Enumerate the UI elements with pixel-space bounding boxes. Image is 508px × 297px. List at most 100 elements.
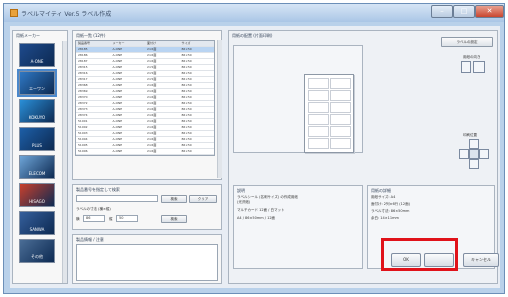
column-header[interactable]: 面付け xyxy=(145,41,180,46)
arrow-left-icon[interactable] xyxy=(459,149,469,159)
table-cell: 51002 xyxy=(78,125,88,129)
label-settings-button[interactable]: ラベルの設定 xyxy=(441,37,493,47)
product-list-scrollbar[interactable] xyxy=(217,40,222,178)
manufacturer-label: HISAGO xyxy=(29,199,45,204)
table-cell: 86×50 xyxy=(181,47,192,51)
center-position-icon[interactable] xyxy=(469,149,479,159)
manufacturer-label: その他 xyxy=(31,254,43,259)
sheet-area xyxy=(233,45,363,153)
table-cell: 2×6面 xyxy=(147,95,157,99)
notes-header: 製品情報 / 注意 xyxy=(76,237,104,242)
cancel-button[interactable]: キャンセル xyxy=(463,253,499,267)
manufacturer-label: SANWA xyxy=(29,227,45,232)
table-cell: A-ONE xyxy=(112,137,123,141)
column-header[interactable]: サイズ xyxy=(180,41,215,46)
preview-header: 用紙の配置 (片面印刷) xyxy=(232,33,273,38)
label-sheet-preview xyxy=(304,74,354,153)
description-line: (光沢紙) xyxy=(237,200,251,204)
manufacturer-thumb-1[interactable]: エーワン xyxy=(17,69,57,97)
landscape-icon[interactable] xyxy=(473,61,485,73)
search-panel: 製品番号を指定して検索 検索 クリア ラベルの寸法 (横×縦) 横 86 縦 5… xyxy=(72,184,222,230)
detail-line: 余白: 14×11mm xyxy=(371,216,399,220)
minimize-button[interactable]: – xyxy=(431,5,453,18)
size-search-button[interactable]: 検索 xyxy=(161,215,187,223)
table-cell: 86×50 xyxy=(181,53,192,57)
label-cell[interactable] xyxy=(308,90,329,101)
table-cell: 2×5面 xyxy=(147,71,157,75)
table-cell: A-ONE xyxy=(112,83,123,87)
table-cell: 86×50 xyxy=(181,143,192,147)
manufacturer-thumb-7[interactable]: その他 xyxy=(19,239,55,263)
arrow-right-icon[interactable] xyxy=(479,149,489,159)
table-cell: A-ONE xyxy=(112,65,123,69)
label-cell[interactable] xyxy=(308,126,329,137)
label-cell[interactable] xyxy=(308,114,329,125)
label-cell[interactable] xyxy=(330,138,351,149)
manufacturer-scrollbar[interactable] xyxy=(62,41,67,283)
table-cell: 86×50 xyxy=(181,125,192,129)
table-cell: A-ONE xyxy=(112,53,123,57)
table-cell: A-ONE xyxy=(112,107,123,111)
column-header[interactable]: 製品番号 xyxy=(76,41,111,46)
label-cell[interactable] xyxy=(308,138,329,149)
arrow-down-icon[interactable] xyxy=(469,159,479,169)
table-cell: A-ONE xyxy=(112,101,123,105)
table-cell: 86×50 xyxy=(181,95,192,99)
close-button[interactable]: ✕ xyxy=(475,5,504,18)
table-cell: 2×6面 xyxy=(147,149,157,153)
table-cell: 51001 xyxy=(78,119,88,123)
width-label: 横 xyxy=(76,217,80,221)
maximize-button[interactable]: □ xyxy=(453,5,475,18)
table-cell: 28372 xyxy=(78,101,88,105)
table-cell: 28185 xyxy=(78,47,88,51)
table-cell: 2×6面 xyxy=(147,89,157,93)
table-cell: A-ONE xyxy=(112,71,123,75)
height-input[interactable]: 50 xyxy=(116,215,138,222)
clear-button[interactable]: クリア xyxy=(189,195,217,203)
table-cell: 86×50 xyxy=(181,89,192,93)
highlight-box xyxy=(381,238,458,271)
title-bar: ラベルマイティ Ver.5 ラベル作成 – □ ✕ xyxy=(4,4,504,22)
detail-line: ラベル寸法: 86×50mm xyxy=(371,209,410,213)
table-cell: 28370 xyxy=(78,95,88,99)
product-number-input[interactable] xyxy=(76,195,158,202)
column-header[interactable]: メーカー xyxy=(111,41,146,46)
notes-textarea[interactable] xyxy=(76,244,218,281)
arrow-up-icon[interactable] xyxy=(469,139,479,149)
label-cell[interactable] xyxy=(330,126,351,137)
search-button[interactable]: 検索 xyxy=(161,195,187,203)
label-cell[interactable] xyxy=(330,114,351,125)
manufacturer-thumb-3[interactable]: PLUS xyxy=(19,127,55,151)
table-row[interactable]: 51006 A-ONE 2×6面 86×50 xyxy=(76,149,214,155)
orientation-label: 用紙の向き xyxy=(463,55,481,59)
detail-line: 面付け: 2列×6行 (12面) xyxy=(371,202,410,206)
description-line: A4 / 86×50mm / 12面 xyxy=(237,216,276,220)
table-cell: A-ONE xyxy=(112,143,123,147)
manufacturer-thumb-6[interactable]: SANWA xyxy=(19,211,55,235)
table-cell: 2×6面 xyxy=(147,131,157,135)
table-cell: 51004 xyxy=(78,137,88,141)
label-cell[interactable] xyxy=(308,102,329,113)
manufacturer-panel-header: 用紙メーカー xyxy=(16,33,40,38)
width-input[interactable]: 86 xyxy=(83,215,105,222)
table-cell: 2×6面 xyxy=(147,113,157,117)
notes-panel: 製品情報 / 注意 xyxy=(72,234,222,284)
portrait-icon[interactable] xyxy=(461,61,471,73)
label-cell[interactable] xyxy=(330,102,351,113)
table-cell: 2×6面 xyxy=(147,137,157,141)
table-cell: 2×6面 xyxy=(147,143,157,147)
table-cell: 2×6面 xyxy=(147,53,157,57)
manufacturer-thumb-2[interactable]: KOKUYO xyxy=(19,99,55,123)
table-cell: 86×50 xyxy=(181,101,192,105)
manufacturer-thumb-5[interactable]: HISAGO xyxy=(19,183,55,207)
table-cell: 2×5面 xyxy=(147,65,157,69)
table-cell: 86×50 xyxy=(181,77,192,81)
label-cell[interactable] xyxy=(330,78,351,89)
label-cell[interactable] xyxy=(330,90,351,101)
label-cell[interactable] xyxy=(308,78,329,89)
manufacturer-thumb-0[interactable]: A-ONE xyxy=(19,43,55,67)
table-cell: 28369 xyxy=(78,89,88,93)
detail-header: 用紙の詳細 xyxy=(371,188,391,193)
manufacturer-thumb-4[interactable]: ELECOM xyxy=(19,155,55,179)
table-cell: A-ONE xyxy=(112,149,123,153)
